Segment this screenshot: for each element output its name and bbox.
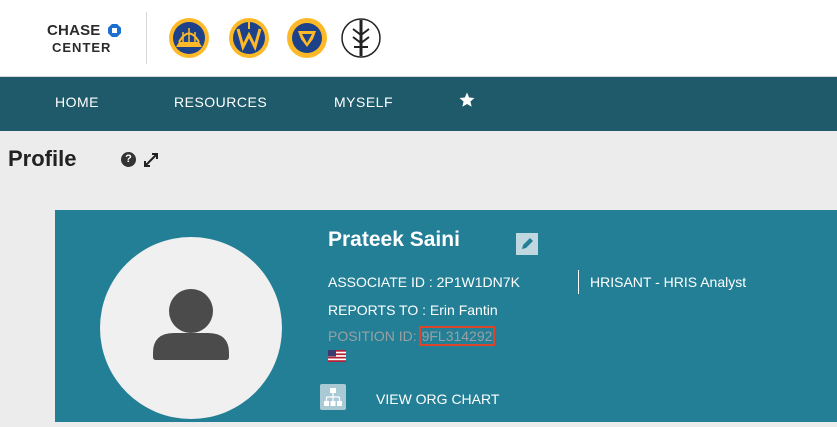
info-separator <box>578 270 579 294</box>
santa-cruz-warriors-logo-icon[interactable] <box>228 17 270 59</box>
top-header: CHASE CENTER <box>0 0 837 77</box>
avatar <box>100 237 282 419</box>
gsw-gaming-logo-icon[interactable] <box>286 17 328 59</box>
brand-line2: CENTER <box>52 40 112 55</box>
position-label: POSITION ID: <box>328 328 421 344</box>
expand-icon[interactable] <box>141 150 161 170</box>
position-id: 9FL314292 <box>418 326 496 346</box>
brand-line1: CHASE <box>47 22 101 39</box>
chase-center-logo[interactable]: CHASE CENTER <box>40 18 144 64</box>
department: HRISANT - HRIS Analyst <box>590 274 747 290</box>
profile-name: Prateek Saini <box>328 228 460 251</box>
nav-home[interactable]: HOME <box>55 94 99 110</box>
warriors-logo-icon[interactable] <box>168 17 210 59</box>
star-icon[interactable] <box>458 91 476 109</box>
reports-to: REPORTS TO : Erin Fantin <box>328 302 498 318</box>
user-silhouette-icon <box>153 289 229 360</box>
edit-pencil-icon[interactable] <box>516 233 538 255</box>
page-title: Profile <box>8 146 77 171</box>
associate-id: ASSOCIATE ID : 2P1W1DN7K <box>328 274 520 290</box>
chase-octagon-icon <box>108 24 121 37</box>
position-row: POSITION ID: 9FL314292 <box>328 326 496 346</box>
nav-myself[interactable]: MYSELF <box>334 94 393 110</box>
main-navigation: HOME RESOURCES MYSELF <box>0 77 837 131</box>
view-org-chart-link[interactable]: VIEW ORG CHART <box>376 391 499 407</box>
org-chart-icon[interactable] <box>320 384 346 410</box>
nav-resources[interactable]: RESOURCES <box>174 94 267 110</box>
us-flag-icon <box>328 350 346 362</box>
help-icon[interactable]: ? <box>121 152 136 167</box>
header-divider <box>146 12 147 64</box>
valkyries-logo-icon[interactable] <box>340 17 382 59</box>
